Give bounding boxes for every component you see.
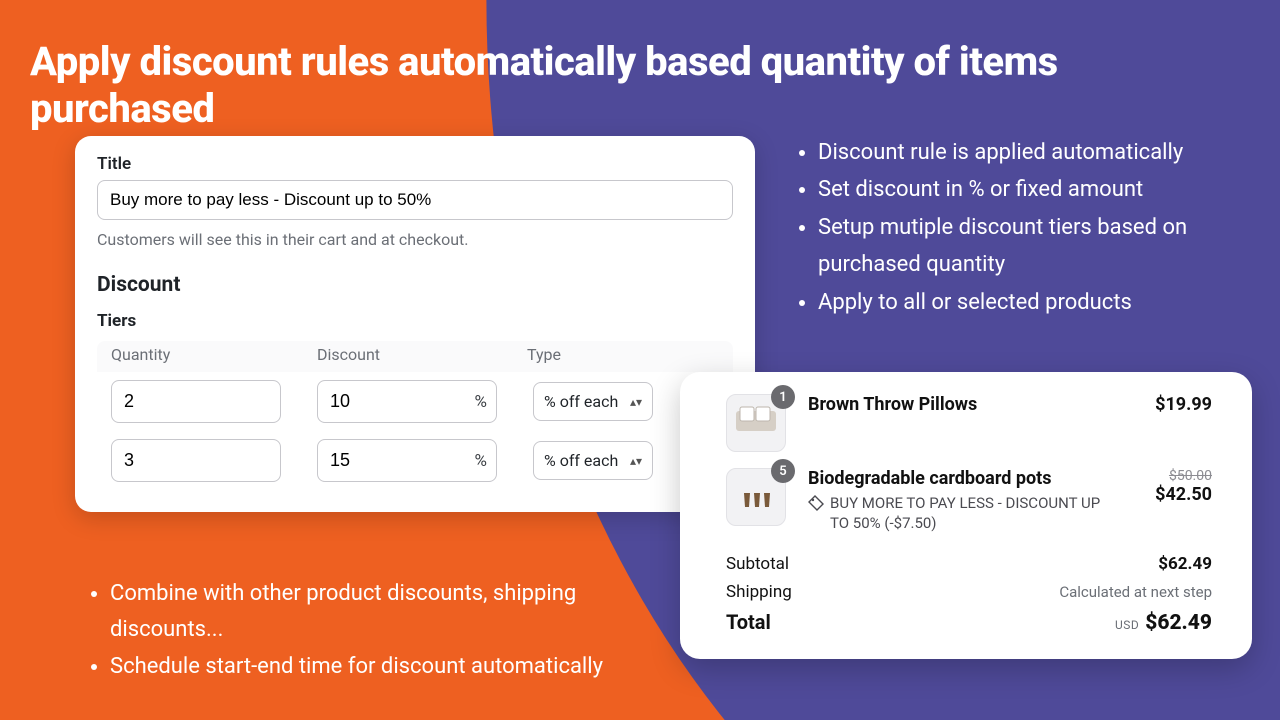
title-hint: Customers will see this in their cart an… <box>97 230 733 249</box>
total-value: $62.49 <box>1145 611 1212 635</box>
tier-row: % % off each ▴▾ <box>97 431 733 490</box>
pillow-icon <box>734 401 778 445</box>
total-label: Total <box>726 610 771 634</box>
cart-item-name: Biodegradable cardboard pots <box>808 468 1108 489</box>
tier-row: % % off each ▴▾ <box>97 372 733 431</box>
cart-item-price: $19.99 <box>1130 394 1212 415</box>
percent-symbol: % <box>475 392 487 412</box>
tag-icon <box>808 495 824 511</box>
col-discount: Discount <box>317 345 527 364</box>
cart-item: 5 Biodegradable cardboard pots BUY MORE … <box>726 468 1212 534</box>
tier-quantity-input[interactable] <box>111 380 281 423</box>
qty-badge: 1 <box>771 385 795 409</box>
cart-item-name: Brown Throw Pillows <box>808 394 1108 415</box>
tier-discount-input[interactable] <box>317 380 497 423</box>
percent-symbol: % <box>475 451 487 471</box>
col-type: Type <box>527 345 677 364</box>
cart-item: 1 Brown Throw Pillows $19.99 <box>726 394 1212 452</box>
shipping-label: Shipping <box>726 582 792 602</box>
list-item: Apply to all or selected products <box>818 284 1240 321</box>
total-currency: USD <box>1115 618 1139 632</box>
list-item: Setup mutiple discount tiers based on pu… <box>818 209 1240 284</box>
subtotal-value: $62.49 <box>1158 554 1212 574</box>
cart-item-price: $42.50 <box>1130 484 1212 505</box>
tier-type-label: % off each <box>544 392 618 411</box>
cart-summary: Subtotal $62.49 Shipping Calculated at n… <box>726 550 1212 639</box>
qty-badge: 5 <box>771 459 795 483</box>
tier-discount-input[interactable] <box>317 439 497 482</box>
chevron-updown-icon: ▴▾ <box>630 455 642 467</box>
tier-discount-wrap: % <box>317 439 497 482</box>
page-headline: Apply discount rules automatically based… <box>30 38 1250 132</box>
list-item: Discount rule is applied automatically <box>818 134 1240 171</box>
title-label: Title <box>97 154 733 174</box>
tier-type-select[interactable]: % off each ▴▾ <box>533 382 653 421</box>
discount-heading: Discount <box>97 273 733 297</box>
tier-discount-wrap: % <box>317 380 497 423</box>
cart-item-original-price: $50.00 <box>1130 468 1212 484</box>
feature-bullets-bottom: Combine with other product discounts, sh… <box>96 576 656 685</box>
product-thumbnail: 1 <box>726 394 786 452</box>
cart-item-promo: BUY MORE TO PAY LESS - DISCOUNT UP TO 50… <box>808 493 1108 534</box>
cart-preview-card: 1 Brown Throw Pillows $19.99 5 Biodegrad… <box>680 372 1252 659</box>
shipping-value: Calculated at next step <box>1059 583 1212 601</box>
chevron-updown-icon: ▴▾ <box>630 396 642 408</box>
tiers-heading: Tiers <box>97 311 733 331</box>
tier-type-label: % off each <box>544 451 618 470</box>
list-item: Schedule start-end time for discount aut… <box>110 649 656 685</box>
tier-quantity-input[interactable] <box>111 439 281 482</box>
list-item: Set discount in % or fixed amount <box>818 171 1240 208</box>
discount-rule-admin-card: Title Customers will see this in their c… <box>75 136 755 512</box>
discount-section: Discount Tiers Quantity Discount Type % … <box>97 273 733 490</box>
tiers-table-head: Quantity Discount Type <box>97 341 733 372</box>
product-thumbnail: 5 <box>726 468 786 526</box>
list-item: Combine with other product discounts, sh… <box>110 576 656 649</box>
subtotal-label: Subtotal <box>726 554 789 574</box>
tier-type-select[interactable]: % off each ▴▾ <box>533 441 653 480</box>
col-quantity: Quantity <box>111 345 317 364</box>
pots-icon <box>734 475 778 519</box>
cart-item-promo-text: BUY MORE TO PAY LESS - DISCOUNT UP TO 50… <box>830 493 1108 534</box>
title-input[interactable] <box>97 180 733 220</box>
feature-bullets-right: Discount rule is applied automatically S… <box>800 134 1240 321</box>
